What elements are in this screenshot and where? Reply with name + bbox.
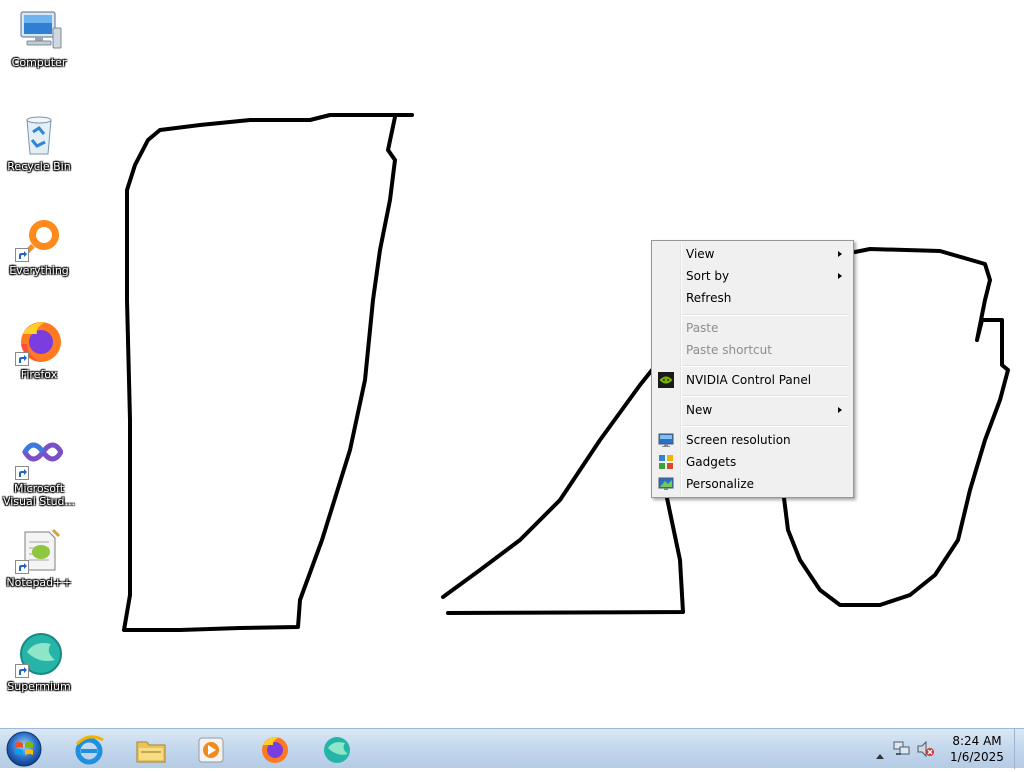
- supermium-icon: [324, 737, 350, 763]
- notepad-plus-plus-icon: [15, 526, 63, 574]
- desktop-icon-notepadpp[interactable]: Notepad++: [1, 526, 77, 589]
- freehand-drawing: [122, 113, 1010, 632]
- show-desktop-button[interactable]: [1014, 729, 1024, 769]
- desktop-icon-label: Supermium: [7, 680, 71, 693]
- windows-orb-icon: [6, 731, 42, 767]
- visual-studio-icon: [15, 432, 64, 480]
- taskbar-media-player[interactable]: [186, 731, 236, 767]
- menu-item-label: Personalize: [686, 477, 755, 491]
- menu-item-label: NVIDIA Control Panel: [686, 373, 812, 387]
- menu-separator: [682, 425, 849, 427]
- internet-explorer-icon: [75, 735, 104, 765]
- menu-separator: [682, 365, 849, 367]
- firefox-icon: [262, 736, 288, 763]
- menu-item-label: View: [686, 247, 715, 261]
- menu-item-paste-shortcut[interactable]: Paste shortcut: [654, 339, 851, 361]
- computer-icon: [15, 6, 63, 54]
- menu-item-label: New: [686, 403, 713, 417]
- menu-separator: [682, 395, 849, 397]
- screen-resolution-icon: [658, 432, 674, 448]
- menu-item-view[interactable]: View: [654, 243, 851, 265]
- taskbar-firefox[interactable]: [250, 731, 300, 767]
- media-player-icon: [198, 737, 224, 763]
- menu-item-label: Gadgets: [686, 455, 737, 469]
- firefox-icon: [15, 318, 63, 366]
- desktop-icon-label: Recycle Bin: [7, 160, 71, 173]
- network-icon: [893, 741, 910, 755]
- taskbar-internet-explorer[interactable]: [64, 731, 114, 767]
- chevron-up-icon: [876, 754, 884, 759]
- menu-item-gadgets[interactable]: Gadgets: [654, 451, 851, 473]
- volume-muted-icon: [917, 740, 934, 758]
- personalize-icon: [658, 476, 674, 492]
- menu-item-label: Sort by: [686, 269, 730, 283]
- desktop[interactable]: Computer Recycle Bin Everything Firefox …: [0, 0, 1024, 728]
- desktop-icon-firefox[interactable]: Firefox: [1, 318, 77, 381]
- clock-time: 8:24 AM: [952, 734, 1002, 748]
- menu-item-label: Paste: [686, 321, 719, 335]
- supermium-icon: [15, 630, 63, 678]
- desktop-icon-visual-studio[interactable]: Microsoft Visual Stud...: [1, 432, 77, 508]
- menu-separator: [682, 314, 849, 316]
- taskbar-windows-explorer[interactable]: [126, 731, 176, 767]
- drawing-stroke-left-shape: [122, 113, 414, 632]
- menu-item-label: Screen resolution: [686, 433, 791, 447]
- submenu-arrow-icon: [838, 407, 842, 413]
- submenu-arrow-icon: [838, 251, 842, 257]
- nvidia-icon: [658, 372, 674, 388]
- drawing-stroke-triangle: [441, 368, 685, 615]
- menu-item-label: Refresh: [686, 291, 732, 305]
- desktop-icon-computer[interactable]: Computer: [1, 6, 77, 69]
- desktop-context-menu: View Sort by Refresh Paste Paste shortcu…: [651, 240, 854, 498]
- notification-area: 8:24 AM 1/6/2025: [864, 729, 1024, 769]
- volume-tray-icon[interactable]: [917, 740, 935, 761]
- desktop-icon-everything[interactable]: Everything: [1, 214, 77, 277]
- desktop-icon-label: Computer: [11, 56, 67, 69]
- shortcut-arrow-icon: [15, 248, 29, 262]
- desktop-icon-label: Everything: [9, 264, 69, 277]
- shortcut-arrow-icon: [15, 560, 29, 574]
- desktop-icon-label: Microsoft Visual Stud...: [2, 482, 76, 508]
- gadgets-icon: [658, 454, 674, 470]
- shortcut-arrow-icon: [15, 352, 29, 366]
- show-hidden-icons-button[interactable]: [876, 744, 884, 763]
- menu-item-sort-by[interactable]: Sort by: [654, 265, 851, 287]
- desktop-icon-label: Firefox: [20, 368, 58, 381]
- shortcut-arrow-icon: [15, 664, 29, 678]
- menu-item-personalize[interactable]: Personalize: [654, 473, 851, 495]
- windows-explorer-icon: [136, 741, 166, 763]
- everything-icon: [15, 214, 63, 262]
- taskbar: 8:24 AM 1/6/2025: [0, 728, 1024, 769]
- menu-item-paste[interactable]: Paste: [654, 317, 851, 339]
- desktop-icon-supermium[interactable]: Supermium: [1, 630, 77, 693]
- menu-item-refresh[interactable]: Refresh: [654, 287, 851, 309]
- clock-date: 1/6/2025: [950, 750, 1004, 764]
- recycle-bin-icon: [15, 110, 63, 158]
- desktop-icon-label: Notepad++: [6, 576, 72, 589]
- taskbar-supermium[interactable]: [312, 731, 362, 767]
- desktop-icon-recycle-bin[interactable]: Recycle Bin: [1, 110, 77, 173]
- menu-item-screen-resolution[interactable]: Screen resolution: [654, 429, 851, 451]
- submenu-arrow-icon: [838, 273, 842, 279]
- start-button[interactable]: [4, 730, 44, 768]
- menu-item-nvidia-control-panel[interactable]: NVIDIA Control Panel: [654, 369, 851, 391]
- shortcut-arrow-icon: [15, 466, 29, 480]
- network-tray-icon[interactable]: [893, 741, 911, 761]
- clock[interactable]: 8:24 AM 1/6/2025: [942, 733, 1012, 765]
- menu-item-label: Paste shortcut: [686, 343, 772, 357]
- menu-item-new[interactable]: New: [654, 399, 851, 421]
